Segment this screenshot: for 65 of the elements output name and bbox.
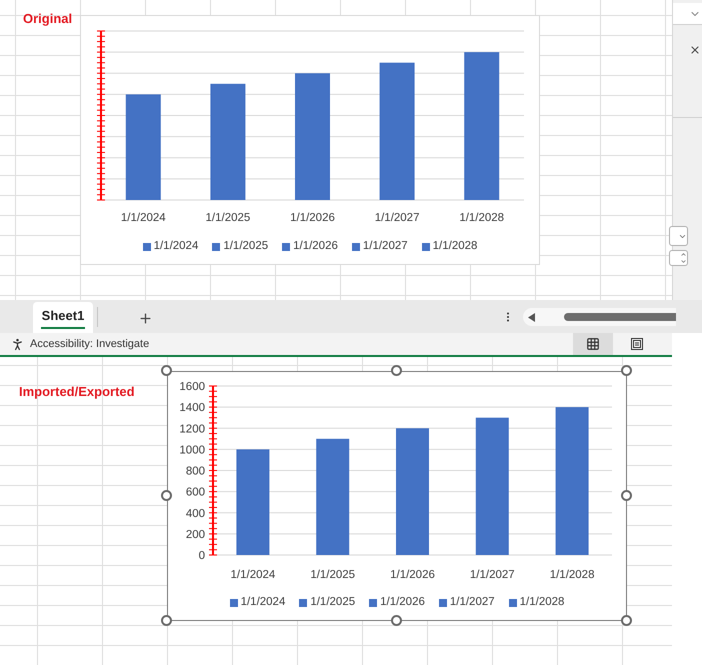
spin-field[interactable] bbox=[669, 250, 688, 266]
close-icon bbox=[689, 44, 701, 56]
resize-handle[interactable] bbox=[391, 615, 402, 626]
legend-label: 1/1/2027 bbox=[362, 239, 408, 254]
category-label: 1/1/2024 bbox=[230, 569, 276, 581]
legend-swatch-icon bbox=[438, 598, 447, 607]
category-label: 1/1/2026 bbox=[290, 212, 335, 224]
resize-handle[interactable] bbox=[621, 365, 632, 376]
page-icon bbox=[630, 337, 644, 351]
sheet-tab[interactable]: Sheet1 bbox=[33, 302, 93, 333]
axis-tick-label: 1400 bbox=[179, 402, 205, 414]
legend-label: 1/1/2024 bbox=[240, 595, 286, 610]
resize-handle[interactable] bbox=[621, 615, 632, 626]
caption: Original bbox=[23, 10, 72, 28]
dropdown-field[interactable] bbox=[669, 226, 688, 246]
legend-label: 1/1/2026 bbox=[293, 239, 338, 254]
legend-label: 1/1/2027 bbox=[450, 595, 495, 610]
axis-tick-label: 200 bbox=[186, 528, 205, 541]
legend-swatch-icon bbox=[369, 598, 378, 607]
resize-handle[interactable] bbox=[161, 490, 172, 501]
accessibility-status[interactable]: Accessibility: Investigate bbox=[30, 336, 150, 352]
resize-handle[interactable] bbox=[161, 365, 172, 376]
legend-swatch-icon bbox=[282, 242, 290, 251]
legend-swatch-icon bbox=[508, 598, 517, 607]
axis-tick-label: 400 bbox=[186, 508, 205, 520]
chart-area[interactable]: 0 200 400 600 800 1000 1200 1400 1600 1/1/2024 1/1/2025 1/1/2026 1/1/2027 1/1/2028 1/1/2024 1/1/2025 1/1/2026 1/1/2027 1/1/2028 bbox=[167, 371, 627, 621]
axis-tick-label: 1600 bbox=[179, 381, 205, 393]
chevron-up-icon bbox=[680, 251, 687, 258]
normal-view-button[interactable] bbox=[573, 333, 613, 355]
legend-swatch-icon bbox=[352, 242, 360, 251]
caption: Imported/Exported bbox=[19, 383, 135, 401]
resize-handle[interactable] bbox=[161, 615, 172, 626]
legend-swatch-icon bbox=[212, 242, 220, 251]
resize-handle[interactable] bbox=[391, 365, 402, 376]
accessibility-icon bbox=[10, 336, 25, 352]
dropdown-field[interactable] bbox=[673, 3, 702, 25]
scroll-left-icon bbox=[528, 312, 535, 322]
chevron-down-icon bbox=[680, 258, 687, 265]
legend-label: 1/1/2025 bbox=[310, 595, 356, 610]
category-label: 1/1/2025 bbox=[206, 212, 250, 224]
legend-label: 1/1/2028 bbox=[432, 239, 478, 254]
axis-tick-label: 1000 bbox=[179, 444, 205, 456]
category-label: 1/1/2028 bbox=[459, 212, 504, 224]
category-label: 1/1/2025 bbox=[310, 569, 356, 581]
horizontal-scrollbar[interactable] bbox=[523, 308, 676, 326]
axis-tick-label: 800 bbox=[186, 466, 205, 478]
legend-swatch-icon bbox=[422, 242, 430, 251]
legend-label: 1/1/2025 bbox=[223, 239, 268, 254]
axis-tick-label: 600 bbox=[186, 486, 205, 499]
category-label: 1/1/2027 bbox=[470, 569, 515, 581]
category-label: 1/1/2028 bbox=[550, 569, 594, 581]
legend-label: 1/1/2026 bbox=[380, 595, 425, 610]
axis-tick-label: 1200 bbox=[179, 423, 205, 436]
resize-handle[interactable] bbox=[621, 490, 632, 501]
plus-icon bbox=[138, 310, 152, 326]
grid-icon bbox=[586, 337, 600, 351]
legend-label: 1/1/2028 bbox=[520, 595, 564, 610]
legend-label: 1/1/2024 bbox=[154, 239, 198, 254]
legend-swatch-icon bbox=[299, 598, 308, 607]
category-label: 1/1/2027 bbox=[374, 212, 420, 224]
category-label: 1/1/2024 bbox=[120, 212, 166, 224]
axis-tick-label: 0 bbox=[198, 550, 205, 562]
category-label: 1/1/2026 bbox=[390, 569, 435, 581]
legend-swatch-icon bbox=[142, 242, 151, 251]
legend-swatch-icon bbox=[230, 598, 238, 607]
